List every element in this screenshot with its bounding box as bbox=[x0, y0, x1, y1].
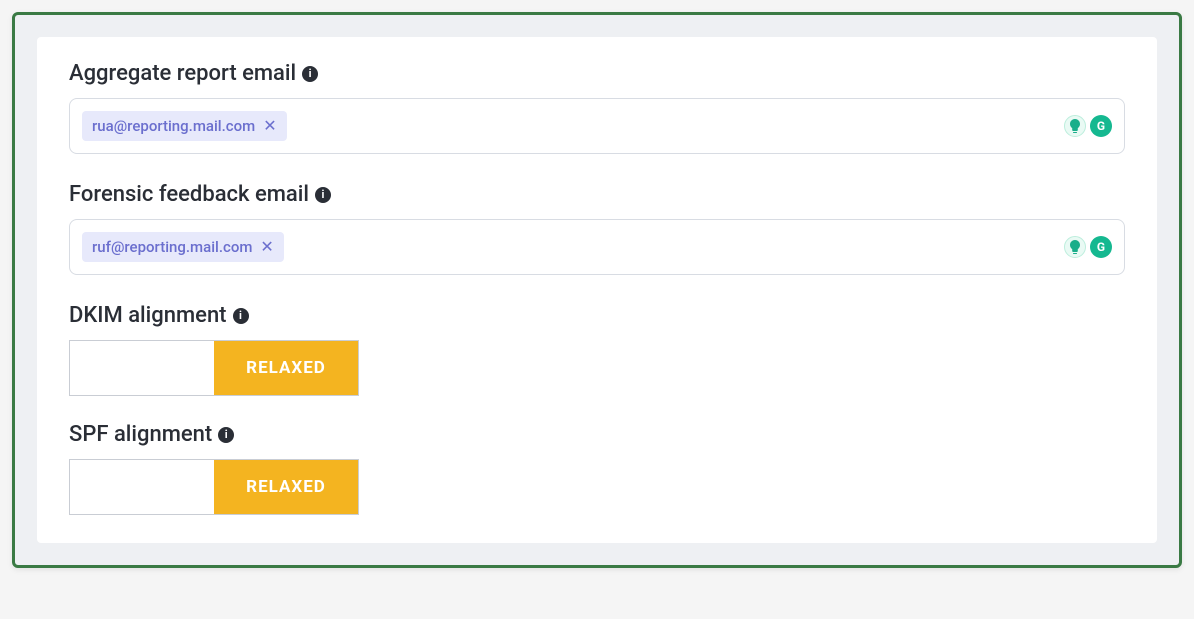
forensic-email-text: ruf@reporting.mail.com bbox=[92, 238, 252, 256]
dkim-toggle-row: RELAXED bbox=[69, 340, 1125, 396]
settings-card: Aggregate report email i rua@reporting.m… bbox=[37, 37, 1157, 543]
bulb-svg bbox=[1069, 240, 1081, 254]
aggregate-email-input[interactable]: rua@reporting.mail.com ✕ G bbox=[69, 98, 1125, 154]
info-icon[interactable]: i bbox=[315, 187, 331, 203]
forensic-email-chip: ruf@reporting.mail.com ✕ bbox=[82, 232, 284, 262]
spf-alignment-toggle: RELAXED bbox=[69, 459, 359, 515]
aggregate-email-chip: rua@reporting.mail.com ✕ bbox=[82, 111, 287, 141]
close-icon[interactable]: ✕ bbox=[263, 118, 276, 134]
aggregate-icons: G bbox=[1064, 115, 1112, 137]
aggregate-email-text: rua@reporting.mail.com bbox=[92, 117, 255, 135]
info-icon[interactable]: i bbox=[218, 427, 234, 443]
aggregate-label-row: Aggregate report email i bbox=[69, 61, 1125, 86]
info-icon[interactable]: i bbox=[233, 308, 249, 324]
aggregate-label: Aggregate report email bbox=[69, 61, 296, 86]
grammarly-icon[interactable]: G bbox=[1090, 115, 1112, 137]
spf-option-left[interactable] bbox=[70, 460, 214, 514]
forensic-email-input[interactable]: ruf@reporting.mail.com ✕ G bbox=[69, 219, 1125, 275]
panel-frame: Aggregate report email i rua@reporting.m… bbox=[12, 12, 1182, 568]
grammarly-icon[interactable]: G bbox=[1090, 236, 1112, 258]
spf-toggle-row: RELAXED bbox=[69, 459, 1125, 515]
dkim-option-relaxed[interactable]: RELAXED bbox=[214, 341, 358, 395]
dkim-label-row: DKIM alignment i bbox=[69, 303, 1125, 328]
info-icon[interactable]: i bbox=[302, 66, 318, 82]
bulb-icon[interactable] bbox=[1064, 236, 1086, 258]
forensic-label-row: Forensic feedback email i bbox=[69, 182, 1125, 207]
spf-label-row: SPF alignment i bbox=[69, 422, 1125, 447]
spf-option-relaxed[interactable]: RELAXED bbox=[214, 460, 358, 514]
close-icon[interactable]: ✕ bbox=[260, 239, 273, 255]
spf-label: SPF alignment bbox=[69, 422, 212, 447]
dkim-option-left[interactable] bbox=[70, 341, 214, 395]
forensic-label: Forensic feedback email bbox=[69, 182, 309, 207]
dkim-alignment-toggle: RELAXED bbox=[69, 340, 359, 396]
dkim-label: DKIM alignment bbox=[69, 303, 227, 328]
bulb-icon[interactable] bbox=[1064, 115, 1086, 137]
bulb-svg bbox=[1069, 119, 1081, 133]
forensic-icons: G bbox=[1064, 236, 1112, 258]
